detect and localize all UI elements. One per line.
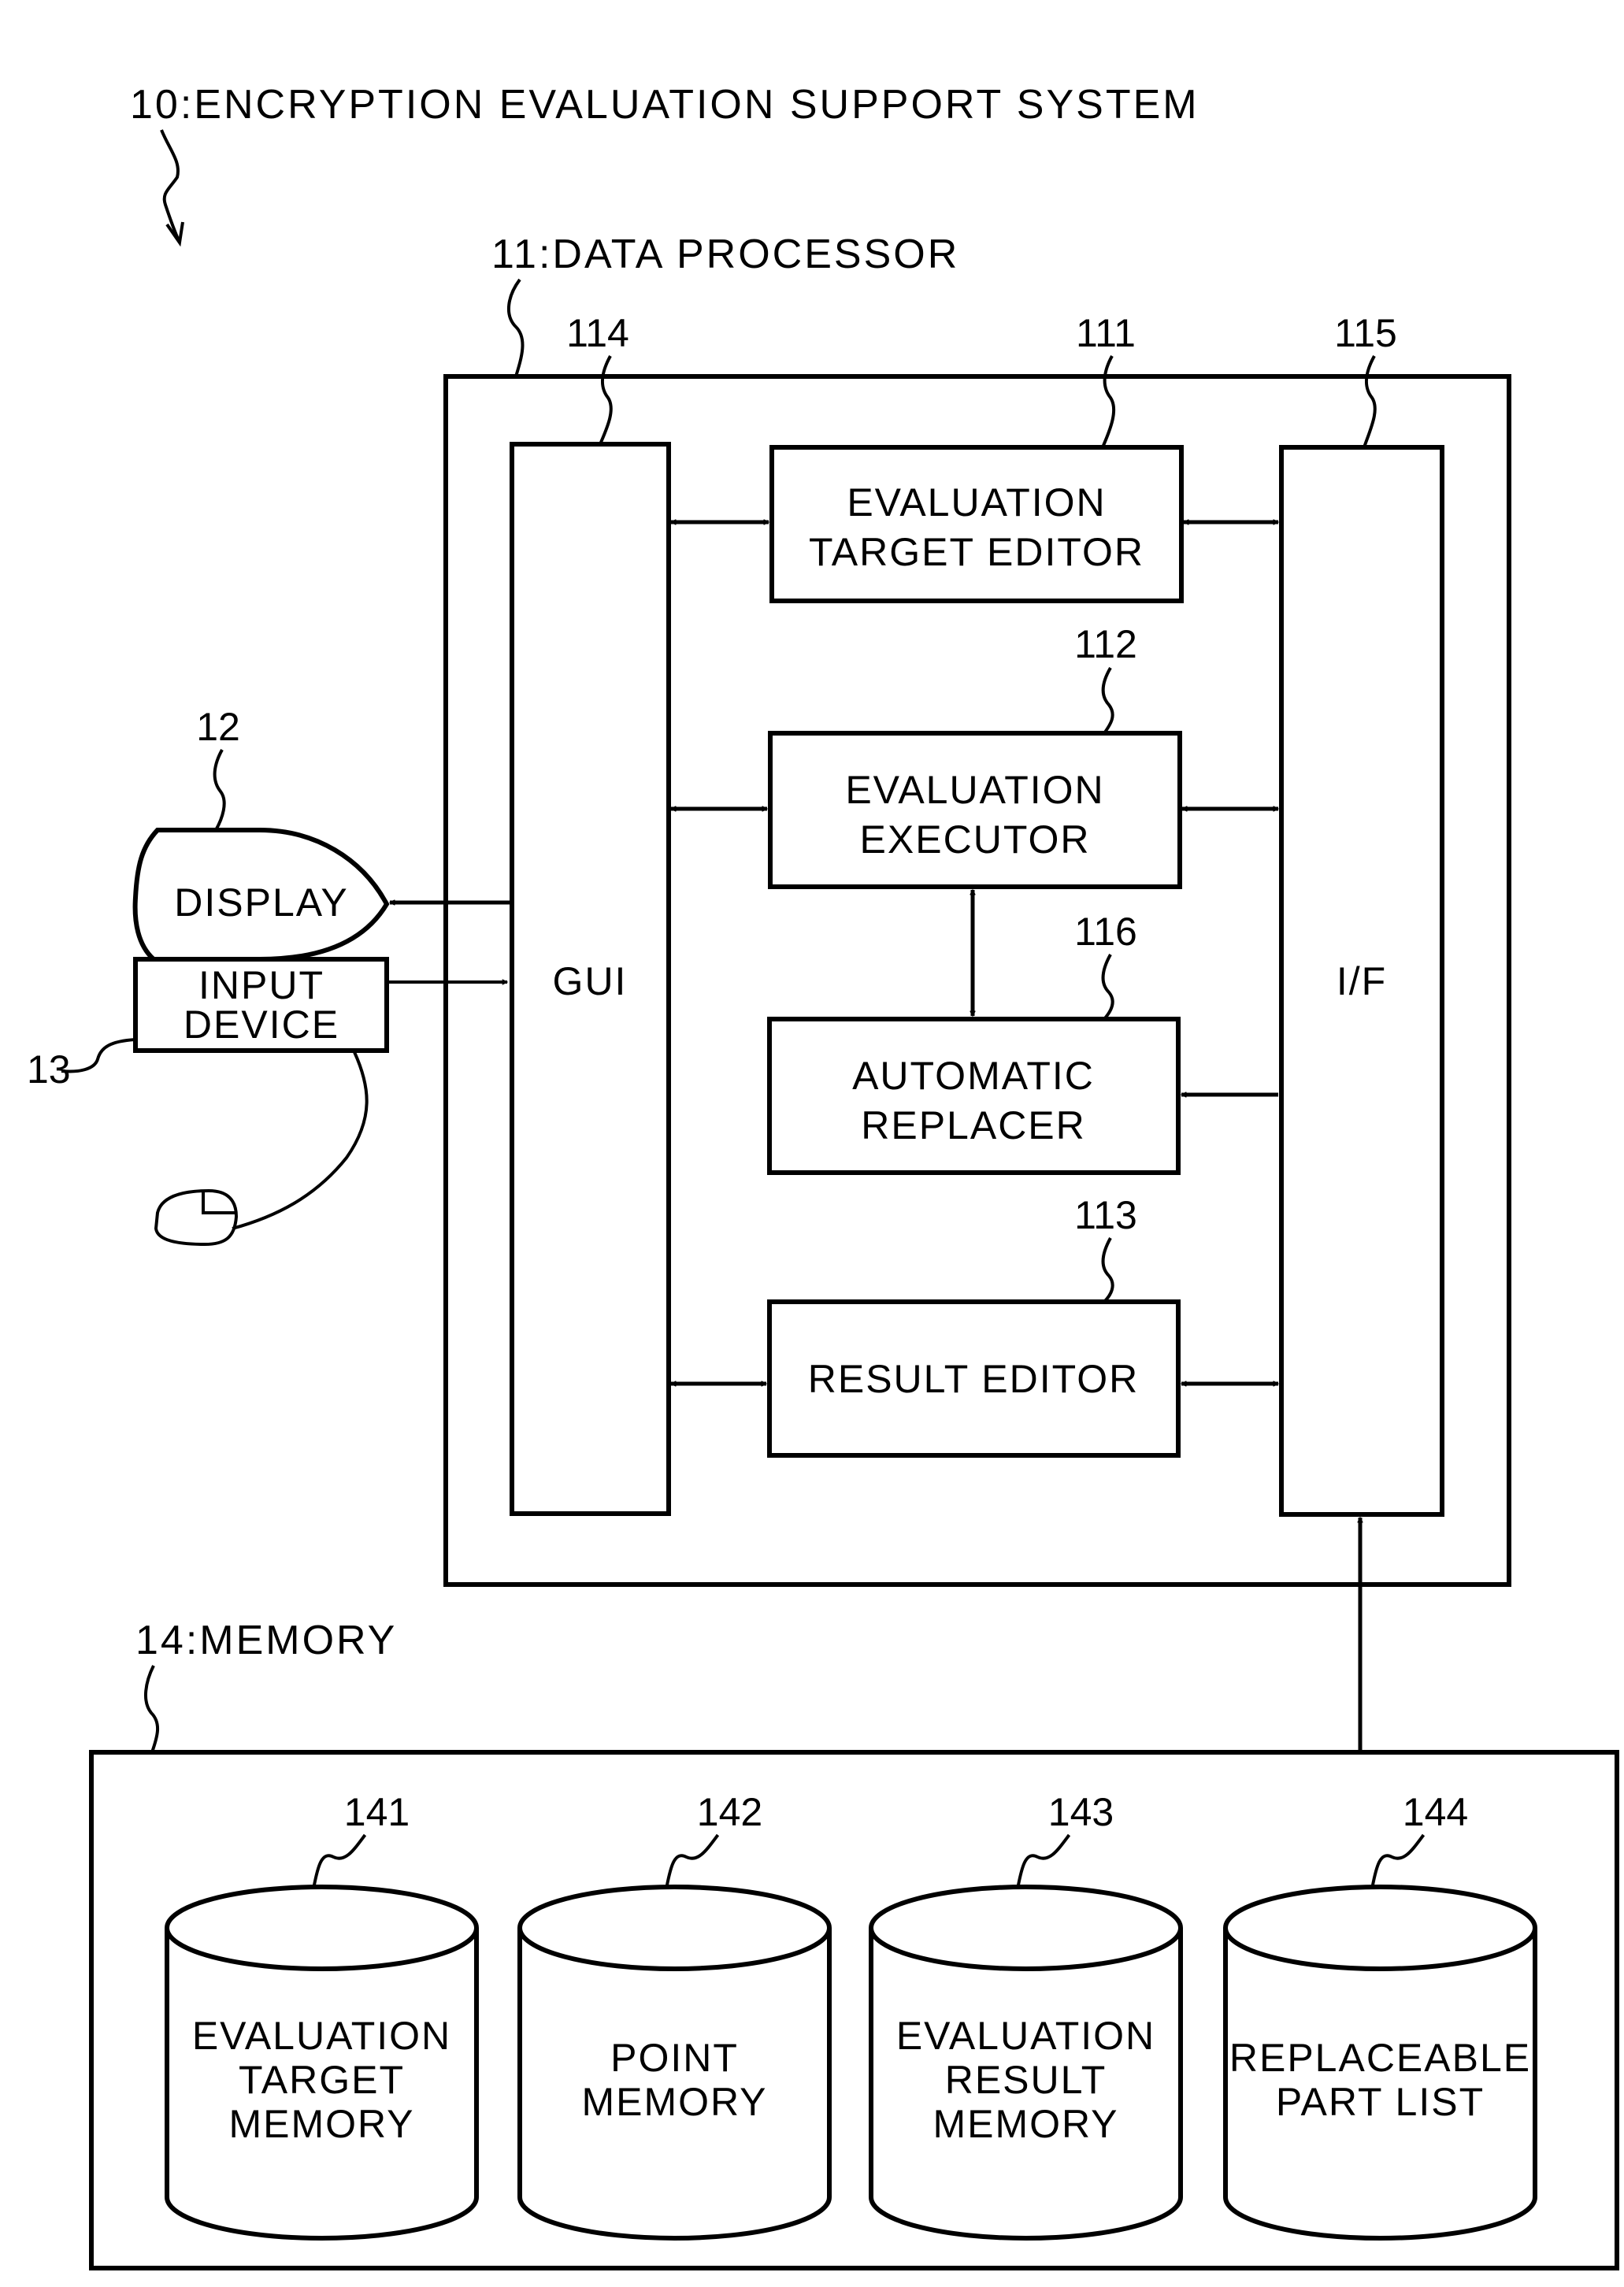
result-editor-ref: 113 [1074, 1193, 1137, 1237]
data-processor-leader [506, 278, 525, 377]
memory-store-label-line: EVALUATION [192, 2014, 451, 2058]
memory-store-label-line: MEMORY [581, 2080, 767, 2124]
memory-store-label-line: EVALUATION [896, 2014, 1155, 2058]
cylinder-top [165, 1885, 479, 1971]
automatic-replacer-line1: AUTOMATIC [852, 1054, 1095, 1098]
automatic-replacer-line2: REPLACER [861, 1103, 1086, 1147]
memory-store-label-line: RESULT [945, 2058, 1107, 2102]
cylinder-top [1223, 1885, 1537, 1971]
memory-store-ref: 143 [1048, 1790, 1114, 1834]
input-device-ref: 13 [27, 1047, 71, 1092]
memory-store-label-line: POINT [610, 2036, 739, 2080]
memory-store-label-line: MEMORY [228, 2102, 414, 2146]
display-label: DISPLAY [174, 880, 349, 925]
cylinder-top [517, 1885, 832, 1971]
system-reference-squiggle [160, 129, 181, 243]
automatic-replacer-ref: 116 [1074, 910, 1137, 954]
input-device-line2: DEVICE [184, 1003, 339, 1047]
evaluation-target-editor-line2: TARGET EDITOR [809, 530, 1144, 574]
gui-label: GUI [553, 959, 628, 1003]
memory-store-label-line: PART LIST [1276, 2080, 1485, 2124]
memory-store-label-line: TARGET [239, 2058, 405, 2102]
mouse-icon [154, 1188, 239, 1247]
memory-label: 14:MEMORY [135, 1618, 397, 1663]
display-ref: 12 [196, 705, 240, 749]
evaluation-executor-ref: 112 [1074, 622, 1137, 666]
evaluation-executor-line1: EVALUATION [845, 768, 1104, 812]
memory-store-label-line: REPLACEABLE [1229, 2036, 1531, 2080]
result-editor-line1: RESULT EDITOR [808, 1357, 1140, 1401]
memory-store-label-line: MEMORY [933, 2102, 1118, 2146]
evaluation-target-editor-line1: EVALUATION [847, 480, 1106, 524]
memory-store-ref: 141 [344, 1790, 410, 1834]
evaluation-target-editor-ref: 111 [1076, 311, 1136, 355]
gui-ref: 114 [566, 311, 629, 355]
mouse-cable [232, 1051, 369, 1230]
evaluation-executor-line2: EXECUTOR [860, 817, 1091, 862]
system-title: 10:ENCRYPTION EVALUATION SUPPORT SYSTEM [130, 82, 1199, 128]
input-device-line1: INPUT [198, 963, 324, 1007]
memory-leader [144, 1665, 159, 1753]
interface-label: I/F [1337, 959, 1387, 1003]
memory-store-ref: 144 [1403, 1790, 1468, 1834]
data-processor-label: 11:DATA PROCESSOR [491, 232, 959, 277]
input-device-leader [61, 1038, 136, 1073]
memory-store-ref: 142 [697, 1790, 762, 1834]
cylinder-top [869, 1885, 1183, 1971]
system-diagram: 10:ENCRYPTION EVALUATION SUPPORT SYSTEM … [27, 82, 1619, 2270]
interface-ref: 115 [1334, 311, 1397, 355]
display-leader [213, 749, 226, 831]
